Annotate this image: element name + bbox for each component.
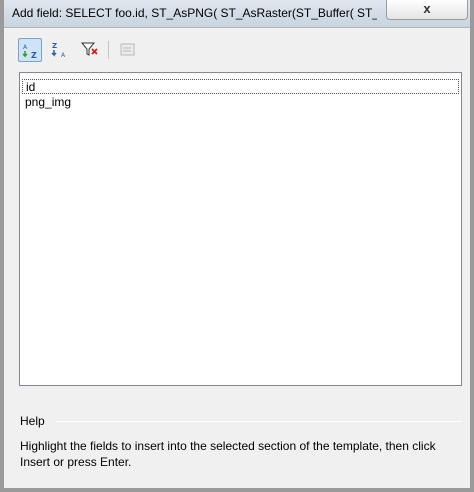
field-list[interactable]: id png_img xyxy=(19,72,462,386)
properties-icon xyxy=(120,43,135,56)
toolbar: A Z Z A xyxy=(18,38,158,64)
list-item[interactable]: png_img xyxy=(22,95,459,110)
svg-text:A: A xyxy=(23,44,28,51)
svg-text:Z: Z xyxy=(31,51,37,60)
svg-text:A: A xyxy=(61,52,66,59)
add-field-dialog: Add field: SELECT foo.id, ST_AsPNG( ST_A… xyxy=(0,0,474,492)
sort-ascending-button[interactable]: A Z xyxy=(18,38,42,62)
list-item[interactable]: id xyxy=(22,79,459,94)
sort-ascending-icon: A Z xyxy=(22,44,37,60)
help-heading: Help xyxy=(20,414,45,428)
toolbar-separator xyxy=(108,41,109,59)
close-button[interactable]: x xyxy=(386,0,468,20)
sort-descending-button[interactable]: Z A xyxy=(48,38,72,62)
close-icon: x xyxy=(423,1,431,16)
window-title: Add field: SELECT foo.id, ST_AsPNG( ST_A… xyxy=(12,6,377,20)
field-label: png_img xyxy=(25,95,72,109)
field-label: id xyxy=(26,80,36,94)
help-divider xyxy=(56,421,462,422)
help-text: Highlight the fields to insert into the … xyxy=(20,439,436,469)
sort-descending-icon: Z A xyxy=(51,42,66,59)
svg-text:Z: Z xyxy=(52,42,57,50)
filter-button[interactable] xyxy=(78,38,102,62)
title-bar[interactable]: Add field: SELECT foo.id, ST_AsPNG( ST_A… xyxy=(4,0,470,28)
filter-icon xyxy=(81,42,98,56)
properties-button[interactable] xyxy=(116,38,140,62)
